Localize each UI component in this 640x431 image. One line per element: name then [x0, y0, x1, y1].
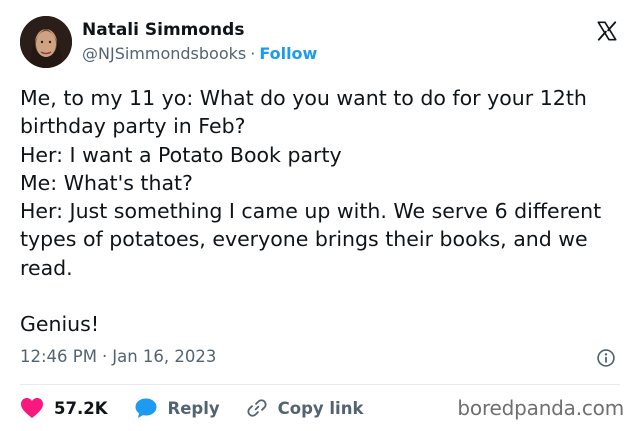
- like-button[interactable]: 57.2K: [20, 397, 108, 419]
- info-icon[interactable]: [596, 348, 616, 368]
- copy-link-label: Copy link: [277, 398, 364, 418]
- separator-dot: ·: [250, 44, 256, 63]
- reply-label: Reply: [167, 398, 220, 418]
- like-count: 57.2K: [54, 398, 108, 418]
- link-icon: [247, 399, 267, 417]
- heart-icon: [21, 398, 43, 418]
- reply-button[interactable]: Reply: [134, 397, 220, 419]
- tweet-text: Me, to my 11 yo: What do you want to do …: [20, 86, 602, 337]
- divider: [20, 384, 620, 385]
- tweet-date: Jan 16, 2023: [112, 347, 217, 366]
- follow-button[interactable]: Follow: [259, 44, 317, 63]
- timestamp-separator: ·: [101, 347, 108, 366]
- watermark: boredpanda.com: [457, 396, 624, 420]
- timestamp[interactable]: 12:46 PM · Jan 16, 2023: [20, 347, 216, 366]
- tweet-card: Natali Simmonds @NJSimmondsbooks · Follow …: [0, 0, 640, 431]
- display-name[interactable]: Natali Simmonds: [82, 20, 244, 40]
- handle-line: @NJSimmondsbooks · Follow: [82, 44, 317, 63]
- x-logo-icon[interactable]: [596, 20, 618, 42]
- user-handle[interactable]: @NJSimmondsbooks: [82, 44, 246, 63]
- comment-bubble-icon: [135, 398, 156, 418]
- tweet-time: 12:46 PM: [20, 347, 97, 366]
- action-bar: 57.2K Reply Copy link: [20, 393, 389, 423]
- copy-link-button[interactable]: Copy link: [246, 397, 364, 419]
- avatar[interactable]: [20, 16, 72, 68]
